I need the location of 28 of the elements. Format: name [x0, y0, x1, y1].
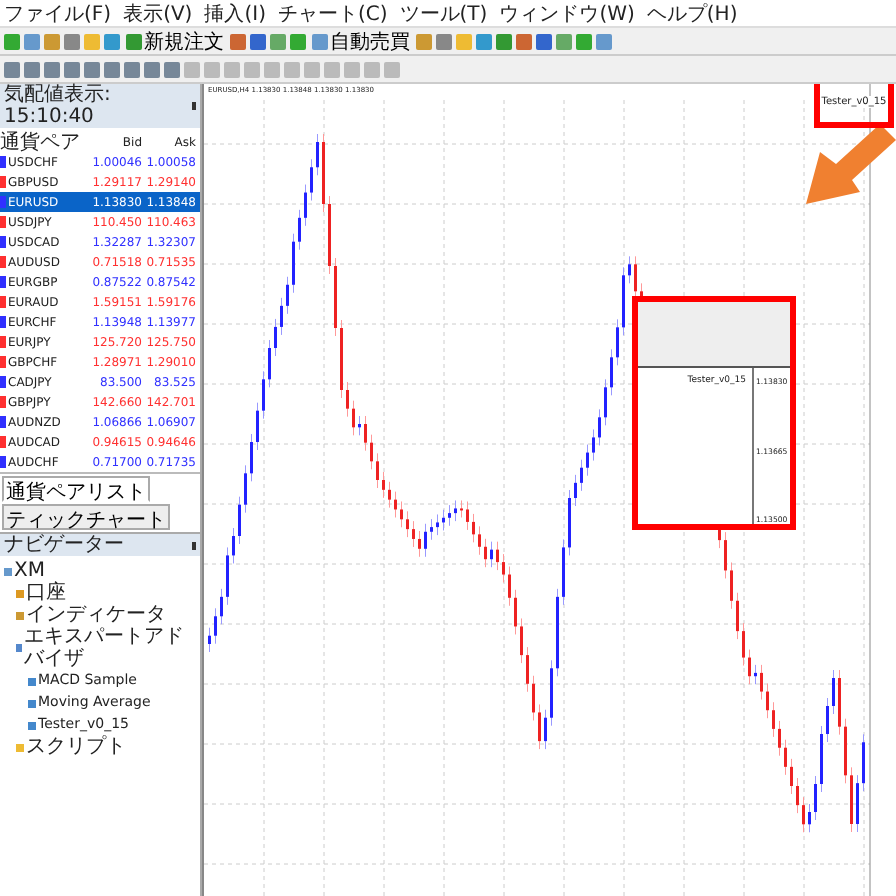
- tree-item[interactable]: スクリプト: [26, 736, 126, 758]
- panel-title: 気配値表示: 15:10:40: [4, 84, 113, 128]
- tree-icon: [28, 699, 36, 707]
- menu-item[interactable]: ウィンドウ(W): [499, 0, 635, 27]
- tree-icon: [16, 743, 24, 751]
- tab[interactable]: ティックチャート: [2, 504, 170, 530]
- menu-item[interactable]: 挿入(I): [204, 0, 266, 27]
- toolbar-button[interactable]: 新規注文: [124, 29, 226, 53]
- tree-icon: [16, 589, 24, 597]
- toolbar-button[interactable]: 自動売買: [310, 29, 412, 53]
- tree-icon: [16, 644, 23, 652]
- menu-item[interactable]: ヘルプ(H): [646, 0, 738, 27]
- panel-title: ナビゲーター: [4, 534, 124, 556]
- menu-item[interactable]: 表示(V): [123, 0, 193, 27]
- tree-item[interactable]: インディケータ: [26, 604, 166, 626]
- tree-icon: [28, 677, 36, 685]
- tree-item[interactable]: 口座: [26, 582, 66, 604]
- tree-item[interactable]: エキスパートアドバイザ: [24, 626, 196, 670]
- tree-icon: [28, 721, 36, 729]
- tree-item[interactable]: XM: [14, 560, 45, 582]
- menu-item[interactable]: チャート(C): [277, 0, 388, 27]
- column-header[interactable]: 通貨ペア: [0, 128, 88, 156]
- menu-item[interactable]: ファイル(F): [4, 0, 112, 27]
- tree-icon: [4, 567, 12, 575]
- menu-item[interactable]: ツール(T): [399, 0, 488, 27]
- tab[interactable]: 通貨ペアリスト: [2, 476, 150, 502]
- tree-icon: [16, 611, 24, 619]
- arrow-icon: [806, 124, 896, 204]
